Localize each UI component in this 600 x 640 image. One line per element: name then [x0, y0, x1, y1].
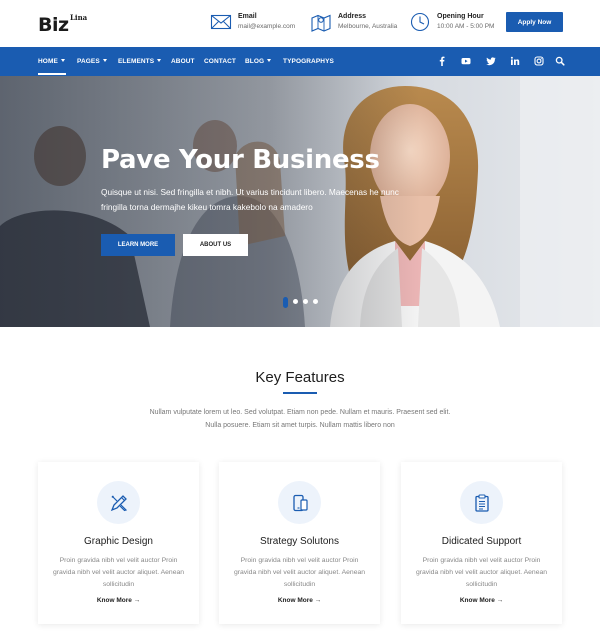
apply-now-button[interactable]: Apply Now	[506, 12, 563, 32]
linkedin-icon[interactable]	[510, 56, 520, 66]
features-description: Nullam vulputate lorem ut leo. Sed volut…	[140, 406, 460, 432]
slider-dot-1[interactable]	[283, 297, 288, 308]
address-label: Address	[338, 13, 367, 20]
hero-text-line: fringilla torna dermajhe kikeu tomra kak…	[101, 202, 313, 212]
chevron-down-icon	[60, 59, 65, 62]
twitter-icon[interactable]	[486, 56, 496, 66]
clock-icon	[410, 12, 430, 32]
top-bar: Biz Lina Email mail@example.com Address …	[0, 0, 600, 47]
email-label: Email	[238, 13, 257, 20]
title-underline	[283, 392, 317, 394]
about-us-button[interactable]: ABOUT US	[183, 234, 248, 256]
know-more-link[interactable]: Know More →	[219, 597, 380, 604]
email-icon	[210, 14, 232, 30]
nav-item-label: BLOG	[245, 58, 265, 65]
nav-item-label: ELEMENTS	[118, 58, 155, 65]
know-more-link[interactable]: Know More →	[401, 597, 562, 604]
facebook-icon[interactable]	[437, 56, 447, 66]
nav-item-home[interactable]: HOME	[38, 58, 66, 75]
nav-item-label: TYPOGRAPHYS	[283, 58, 334, 65]
nav-item-contact[interactable]: CONTACT	[204, 58, 236, 65]
slider-dot-3[interactable]	[303, 299, 308, 304]
slider-dot-2[interactable]	[293, 299, 298, 304]
youtube-icon[interactable]	[461, 56, 471, 66]
logo-superscript: Lina	[70, 13, 88, 22]
feature-card-support: Didicated Support Proin gravida nibh vel…	[401, 462, 562, 624]
features-desc-line: Nulla posuere. Etiam sit amet turpis. Nu…	[205, 422, 395, 429]
nav-item-typographys[interactable]: TYPOGRAPHYS	[283, 58, 334, 65]
chevron-down-icon	[267, 59, 272, 62]
nav-item-label: CONTACT	[204, 58, 236, 65]
address-value: Melbourne, Australia	[338, 23, 398, 30]
nav-item-blog[interactable]: BLOG	[245, 58, 272, 65]
hours-value: 10:00 AM - 5:00 PM	[437, 23, 495, 30]
feature-icon-circle	[460, 481, 503, 524]
nav-item-label: PAGES	[77, 58, 100, 65]
feature-card-text: Proin gravida nibh vel velit auctor Proi…	[415, 557, 548, 588]
feature-card-graphic-design: Graphic Design Proin gravida nibh vel ve…	[38, 462, 199, 624]
map-icon	[311, 14, 331, 32]
hero-text: Quisque ut nisi. Sed fringilla et nibh. …	[101, 185, 421, 215]
chevron-down-icon	[157, 59, 162, 62]
search-icon[interactable]	[555, 56, 565, 66]
feature-card-title: Didicated Support	[441, 536, 522, 547]
nav-item-elements[interactable]: ELEMENTS	[118, 58, 162, 65]
chevron-down-icon	[102, 59, 107, 62]
feature-card-strategy: Strategy Solutons Proin gravida nibh vel…	[219, 462, 380, 624]
main-nav: HOME PAGES ELEMENTS ABOUT CONTACT BLOG T…	[0, 47, 600, 76]
nav-item-about[interactable]: ABOUT	[171, 58, 195, 65]
nav-item-label: HOME	[38, 58, 58, 65]
features-title: Key Features	[255, 369, 345, 386]
feature-card-title: Graphic Design	[84, 536, 153, 547]
nav-item-pages[interactable]: PAGES	[77, 58, 107, 65]
logo[interactable]: Biz	[38, 14, 69, 36]
features-desc-line: Nullam vulputate lorem ut leo. Sed volut…	[149, 409, 451, 416]
learn-more-button[interactable]: LEARN MORE	[101, 234, 175, 256]
feature-card-text: Proin gravida nibh vel velit auctor Proi…	[52, 557, 185, 588]
feature-card-text: Proin gravida nibh vel velit auctor Proi…	[233, 557, 366, 588]
nav-item-label: ABOUT	[171, 58, 195, 65]
know-more-link[interactable]: Know More →	[38, 597, 199, 604]
slider-dot-4[interactable]	[313, 299, 318, 304]
hero-title: Pave Your Business	[101, 145, 380, 175]
hero-slider: Pave Your Business Quisque ut nisi. Sed …	[0, 76, 600, 327]
email-value[interactable]: mail@example.com	[238, 23, 295, 30]
feature-icon-circle	[97, 481, 140, 524]
feature-icon-circle	[278, 481, 321, 524]
hero-text-line: Quisque ut nisi. Sed fringilla et nibh. …	[101, 187, 399, 197]
instagram-icon[interactable]	[534, 56, 544, 66]
hours-label: Opening Hour	[437, 13, 484, 20]
feature-card-title: Strategy Solutons	[260, 536, 339, 547]
design-tools-icon	[110, 494, 127, 511]
devices-icon	[292, 494, 308, 511]
clipboard-icon	[474, 493, 489, 512]
